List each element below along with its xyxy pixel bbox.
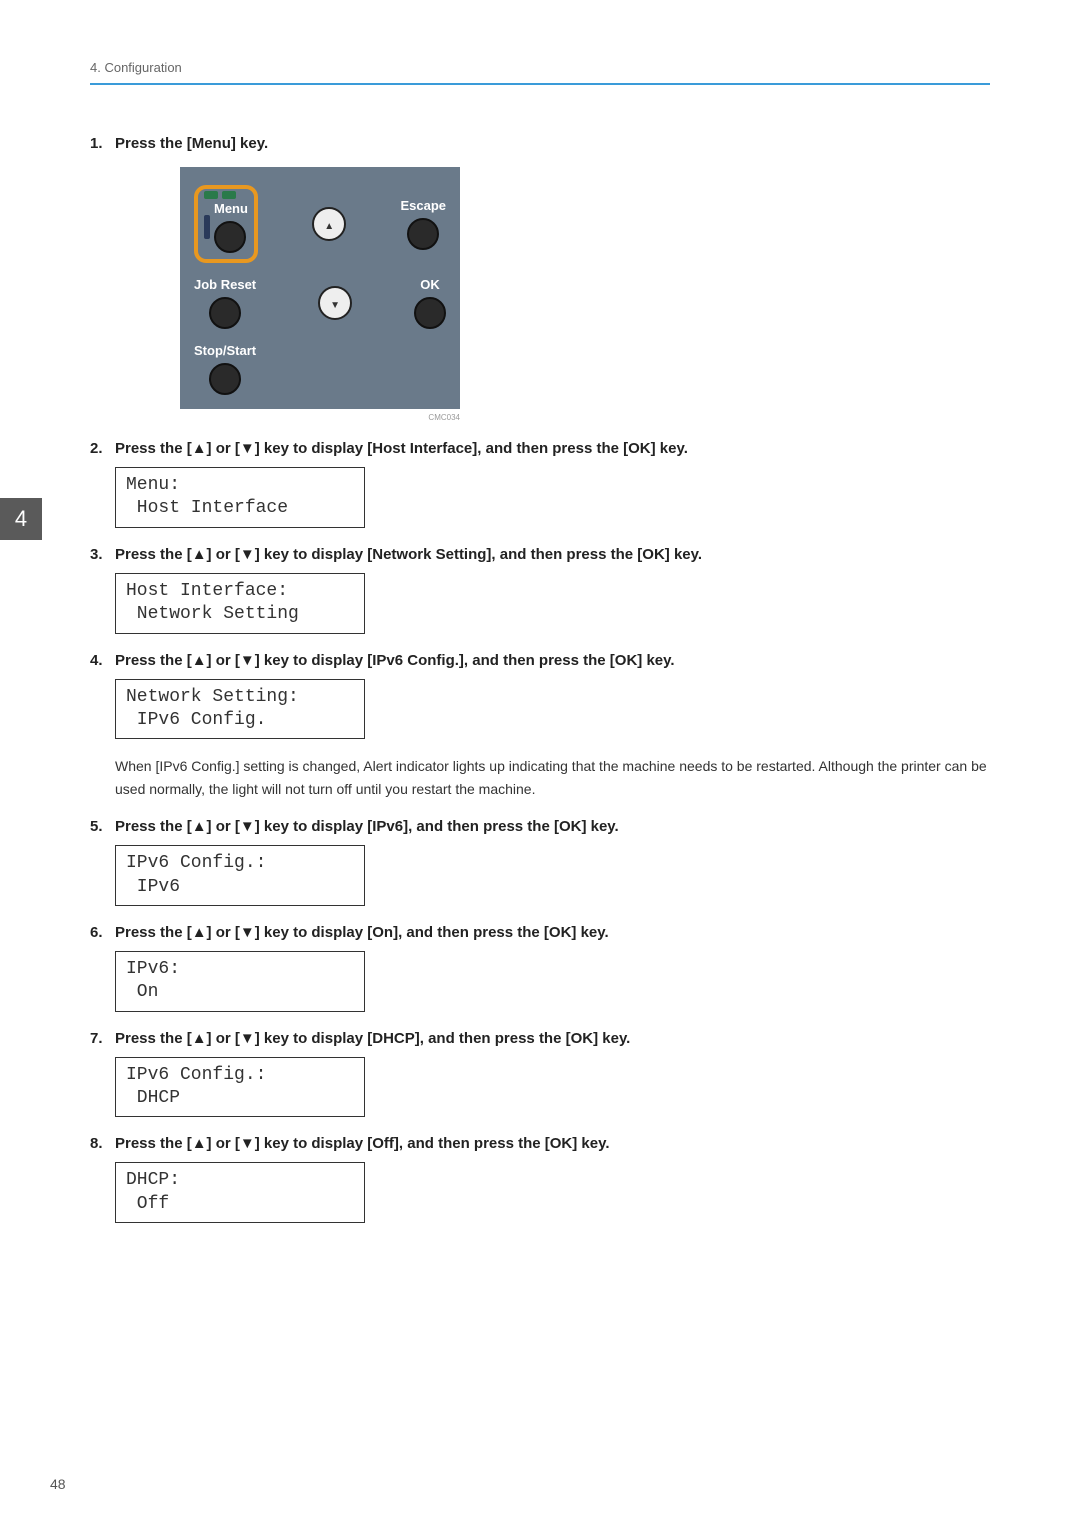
lcd-display: DHCP: Off	[115, 1162, 365, 1223]
down-arrow-button	[318, 286, 352, 320]
step-num: 6.	[90, 924, 115, 941]
panel-row-2: Job Reset OK	[194, 277, 446, 329]
menu-button: Menu	[214, 201, 248, 253]
panel-row-3: Stop/Start	[194, 343, 446, 395]
step-instruction: Press the [▲] or [▼] key to display [IPv…	[115, 652, 675, 669]
step-3: 3.Press the [▲] or [▼] key to display [N…	[90, 546, 990, 634]
indicator-bar	[204, 215, 210, 239]
job-reset-button-group: Job Reset	[194, 277, 256, 329]
ok-label: OK	[420, 277, 440, 292]
step-num: 4.	[90, 652, 115, 669]
indicator-light	[204, 191, 218, 199]
lcd-display: Menu: Host Interface	[115, 467, 365, 528]
up-arrow-button	[312, 207, 346, 241]
menu-label: Menu	[214, 201, 248, 216]
step-instruction: Press the [▲] or [▼] key to display [DHC…	[115, 1030, 630, 1047]
stop-start-label: Stop/Start	[194, 343, 256, 358]
step-5-text: 5.Press the [▲] or [▼] key to display [I…	[90, 818, 990, 835]
escape-button-circle	[407, 218, 439, 250]
step-num: 2.	[90, 440, 115, 457]
step-1: 1.Press the [Menu] key. Menu	[90, 135, 990, 422]
ok-button-circle	[414, 297, 446, 329]
step-instruction: Press the [Menu] key.	[115, 135, 268, 152]
step-num: 8.	[90, 1135, 115, 1152]
step-7: 7.Press the [▲] or [▼] key to display [D…	[90, 1030, 990, 1118]
step-instruction: Press the [▲] or [▼] key to display [On]…	[115, 924, 609, 941]
step-2: 2.Press the [▲] or [▼] key to display [H…	[90, 440, 990, 528]
step-instruction: Press the [▲] or [▼] key to display [Net…	[115, 546, 702, 563]
stop-start-button-group: Stop/Start	[194, 343, 256, 395]
step-5: 5.Press the [▲] or [▼] key to display [I…	[90, 818, 990, 906]
up-arrow-icon	[324, 216, 334, 232]
menu-button-group: Menu	[204, 191, 248, 253]
menu-button-circle	[214, 221, 246, 253]
escape-button-group: Escape	[400, 198, 446, 250]
step-1-text: 1.Press the [Menu] key.	[90, 135, 990, 152]
step-4-body: When [IPv6 Config.] setting is changed, …	[115, 755, 990, 800]
step-3-text: 3.Press the [▲] or [▼] key to display [N…	[90, 546, 990, 563]
step-7-text: 7.Press the [▲] or [▼] key to display [D…	[90, 1030, 990, 1047]
step-num: 3.	[90, 546, 115, 563]
section-tab: 4	[0, 498, 42, 540]
step-6-text: 6.Press the [▲] or [▼] key to display [O…	[90, 924, 990, 941]
cmc-label: CMC034	[180, 413, 460, 422]
lcd-display: IPv6 Config.: DHCP	[115, 1057, 365, 1118]
printer-panel-illustration: Menu Escape Job Reset	[180, 167, 460, 422]
lcd-display: IPv6 Config.: IPv6	[115, 845, 365, 906]
chapter-header: 4. Configuration	[90, 60, 990, 75]
step-8: 8.Press the [▲] or [▼] key to display [O…	[90, 1135, 990, 1223]
step-4: 4.Press the [▲] or [▼] key to display [I…	[90, 652, 990, 801]
menu-button-highlight: Menu	[194, 185, 258, 263]
header-divider	[90, 83, 990, 85]
stop-start-button-circle	[209, 363, 241, 395]
step-num: 7.	[90, 1030, 115, 1047]
step-instruction: Press the [▲] or [▼] key to display [Off…	[115, 1135, 610, 1152]
panel-row-1: Menu Escape	[194, 185, 446, 263]
escape-label: Escape	[400, 198, 446, 213]
step-8-text: 8.Press the [▲] or [▼] key to display [O…	[90, 1135, 990, 1152]
indicator-light	[222, 191, 236, 199]
step-num: 1.	[90, 135, 115, 152]
step-6: 6.Press the [▲] or [▼] key to display [O…	[90, 924, 990, 1012]
job-reset-button-circle	[209, 297, 241, 329]
lcd-display: Network Setting: IPv6 Config.	[115, 679, 365, 740]
step-2-text: 2.Press the [▲] or [▼] key to display [H…	[90, 440, 990, 457]
job-reset-label: Job Reset	[194, 277, 256, 292]
step-instruction: Press the [▲] or [▼] key to display [Hos…	[115, 440, 688, 457]
lcd-display: Host Interface: Network Setting	[115, 573, 365, 634]
step-instruction: Press the [▲] or [▼] key to display [IPv…	[115, 818, 619, 835]
lcd-display: IPv6: On	[115, 951, 365, 1012]
control-panel: Menu Escape Job Reset	[180, 167, 460, 409]
ok-button-group: OK	[414, 277, 446, 329]
step-num: 5.	[90, 818, 115, 835]
step-4-text: 4.Press the [▲] or [▼] key to display [I…	[90, 652, 990, 669]
down-arrow-icon	[330, 295, 340, 311]
page-number: 48	[50, 1476, 66, 1492]
indicator-row	[204, 191, 248, 199]
